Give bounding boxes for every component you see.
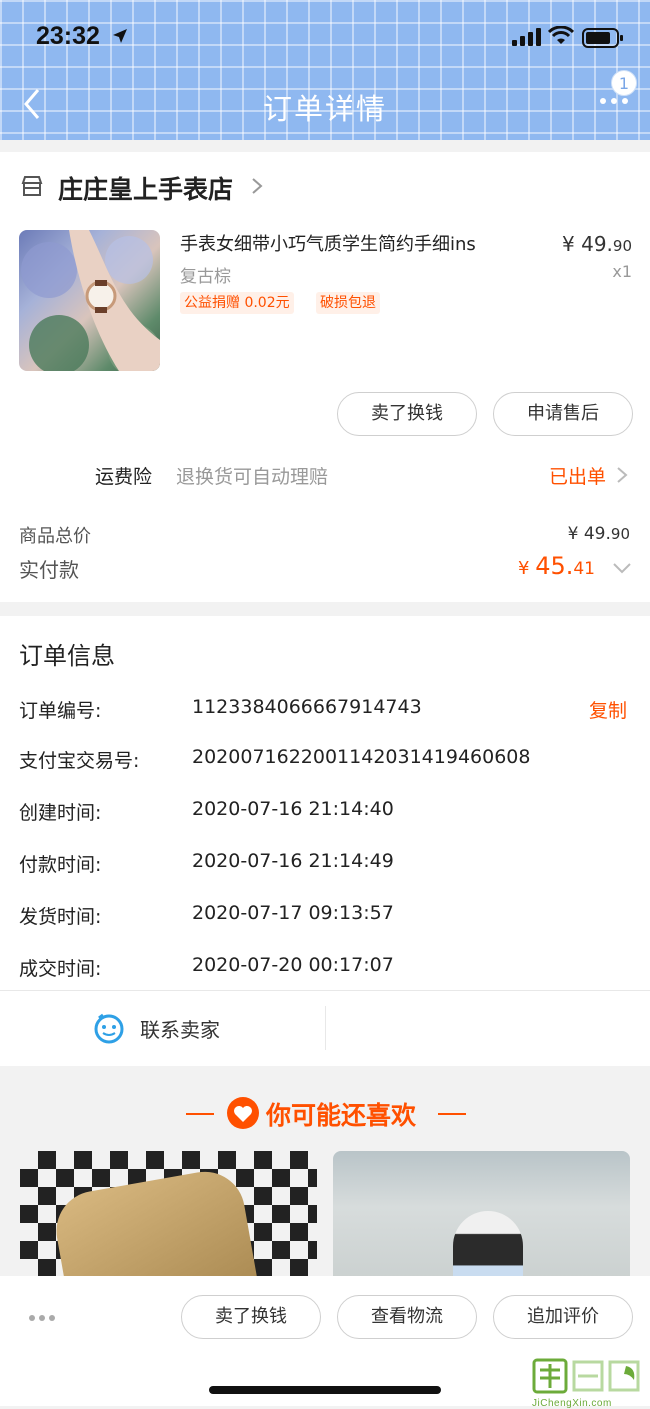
copy-button[interactable]: 复制: [589, 696, 627, 723]
heart-icon: [227, 1097, 259, 1129]
recommend-item-bag[interactable]: [20, 1151, 317, 1291]
chevron-right-icon[interactable]: [616, 465, 628, 485]
goods-total-value: ¥ 49.90: [567, 524, 630, 544]
location-arrow-icon: [113, 29, 127, 43]
order-info-title: 订单信息: [19, 642, 115, 670]
order-number-label: 订单编号:: [19, 700, 102, 722]
completed-time-value: 2020-07-20 00:17:07: [192, 954, 394, 976]
order-info-card: 订单信息 订单编号: 1123384066667914743 复制 支付宝交易号…: [0, 616, 650, 1066]
paid-label: 实付款: [19, 558, 79, 582]
message-badge[interactable]: 1: [611, 70, 637, 96]
chat-face-icon[interactable]: [93, 1012, 125, 1044]
decor-line-right: [438, 1113, 466, 1115]
order-number-value: 1123384066667914743: [192, 696, 422, 718]
created-time-label: 创建时间:: [19, 802, 102, 824]
product-variant: 复古棕: [180, 267, 231, 287]
watermark-logo: [532, 1358, 640, 1394]
contact-seller-button[interactable]: 联系卖家: [140, 1014, 220, 1043]
shipped-time-value: 2020-07-17 09:13:57: [192, 902, 394, 924]
cellular-signal-icon: [512, 28, 541, 46]
recommend-title: 你可能还喜欢: [266, 1101, 417, 1130]
paid-amount: ¥ 45.41: [518, 552, 595, 580]
watermark-site: JiChengXin.com: [532, 1398, 612, 1409]
charity-tag: 公益捐赠 0.02元: [180, 292, 294, 314]
paid-time-label: 付款时间:: [19, 854, 102, 876]
view-logistics-button[interactable]: 查看物流: [337, 1295, 477, 1339]
product-image[interactable]: [19, 230, 160, 371]
vertical-divider: [325, 1006, 326, 1050]
goods-total-label: 商品总价: [19, 526, 91, 547]
paid-time-value: 2020-07-16 21:14:49: [192, 850, 394, 872]
bag-image: [50, 1165, 260, 1291]
created-time-value: 2020-07-16 21:14:40: [192, 798, 394, 820]
bottom-action-bar: 卖了换钱 查看物流 追加评价 JiChengXin.com: [0, 1276, 650, 1409]
shipped-time-label: 发货时间:: [19, 906, 102, 928]
sell-for-cash-button[interactable]: 卖了换钱: [181, 1295, 321, 1339]
shipping-insurance-desc: 退换货可自动理赔: [176, 466, 329, 488]
shop-name[interactable]: 庄庄皇上手表店: [58, 170, 233, 206]
shipping-insurance-status[interactable]: 已出单: [549, 462, 606, 489]
battery-icon: [582, 28, 623, 48]
completed-time-label: 成交时间:: [19, 958, 102, 980]
shop-card: 庄庄皇上手表店 手表女细带小巧气质学生简约手细ins 复古棕 公益捐赠 0.02…: [0, 152, 650, 602]
product-quantity: x1: [612, 262, 632, 281]
recommend-header: 你可能还喜欢: [0, 1094, 650, 1134]
home-indicator[interactable]: [209, 1386, 441, 1394]
store-icon: [21, 176, 43, 196]
shipping-insurance-label: 运费险: [95, 466, 153, 488]
status-time: 23:32: [36, 22, 100, 50]
recommend-item-photo[interactable]: [333, 1151, 630, 1291]
add-review-button[interactable]: 追加评价: [493, 1295, 633, 1339]
product-title[interactable]: 手表女细带小巧气质学生简约手细ins: [180, 230, 476, 256]
alipay-trade-value: 2020071622001142031419460608: [192, 746, 531, 768]
header: 23:32 订单详情 1: [0, 0, 650, 140]
chevron-down-icon[interactable]: [612, 562, 632, 574]
more-dots-icon[interactable]: [28, 1314, 56, 1322]
more-dots-icon[interactable]: [598, 96, 630, 106]
sell-for-cash-button[interactable]: 卖了换钱: [337, 392, 477, 436]
decor-line-left: [186, 1113, 214, 1115]
after-sale-button[interactable]: 申请售后: [493, 392, 633, 436]
chevron-right-icon[interactable]: [250, 176, 264, 196]
alipay-trade-label: 支付宝交易号:: [19, 750, 140, 772]
damage-return-tag: 破损包退: [316, 292, 380, 314]
status-bar: 23:32: [0, 0, 650, 76]
divider: [0, 990, 650, 991]
product-price: ¥ 49.90: [562, 232, 632, 256]
page-title: 订单详情: [262, 92, 387, 126]
wifi-icon: [548, 26, 574, 44]
